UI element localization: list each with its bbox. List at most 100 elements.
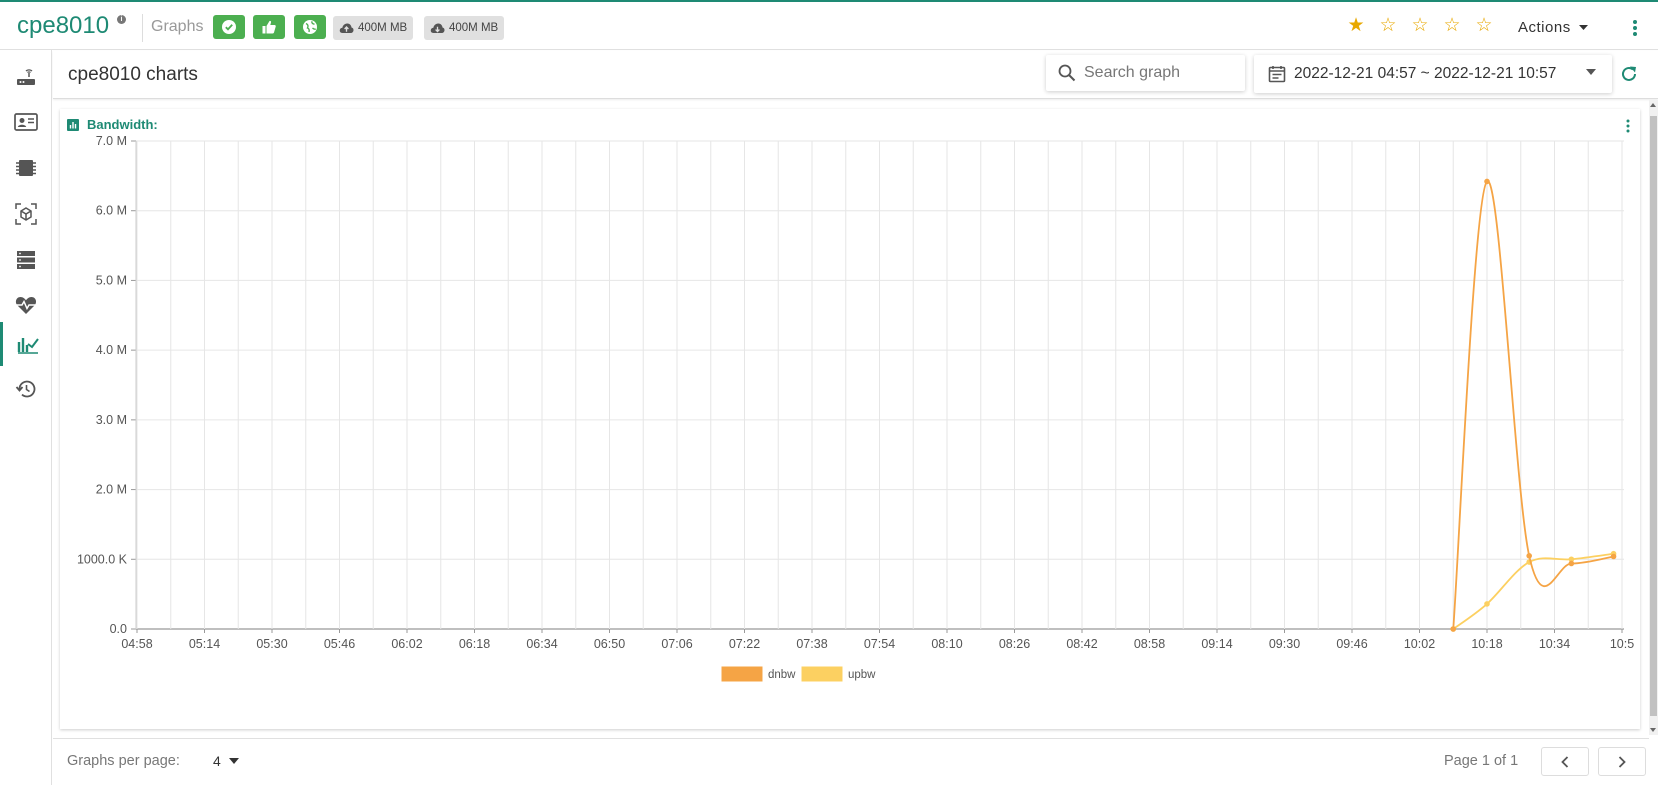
legend-swatch-dnbw	[721, 666, 763, 682]
star-empty-icon[interactable]: ☆	[1474, 16, 1494, 36]
search-icon	[1058, 64, 1076, 82]
data-point-dnbw	[1568, 560, 1575, 567]
y-tick-label: 4.0 M	[96, 343, 127, 357]
actions-label: Actions	[1518, 19, 1571, 36]
router-icon	[17, 69, 35, 85]
cloud-download-icon	[430, 23, 445, 33]
x-tick-label: 08:10	[931, 637, 962, 651]
sidebar-item-graphs[interactable]	[0, 322, 52, 366]
chip-icon	[16, 160, 36, 176]
graphs-per-page-select[interactable]: 4	[213, 753, 239, 769]
history-icon	[15, 380, 36, 398]
page-info: Page 1 of 1	[1444, 753, 1519, 769]
bandwidth-chart-panel: Bandwidth: 0.0 1000.0 K 2.0 M 3.0 M 4.0 M 5.0…	[60, 109, 1640, 729]
star-empty-icon[interactable]: ☆	[1378, 16, 1398, 36]
star-filled-icon[interactable]: ★	[1346, 16, 1366, 36]
x-tick-label: 07:54	[864, 637, 895, 651]
upload-chip-label: 400M MB	[358, 22, 408, 34]
download-chip-label: 400M MB	[449, 22, 499, 34]
date-range-value: 2022-12-21 04:57 ~ 2022-12-21 10:57	[1294, 65, 1557, 82]
chevron-left-icon	[1561, 755, 1569, 768]
x-tick-label: 05:30	[256, 637, 287, 651]
x-tick-label: 10:18	[1471, 637, 1502, 651]
charts-header: cpe8010 charts 2022-12-21 04:57 ~ 2022-1…	[53, 51, 1658, 99]
thumbs-up-button[interactable]	[253, 15, 285, 39]
chart-icon	[17, 338, 39, 354]
info-icon[interactable]: i	[117, 15, 126, 24]
search-graph-input[interactable]	[1084, 64, 1234, 82]
caret-down-icon	[1578, 25, 1588, 30]
breadcrumb-graphs: Graphs	[151, 18, 204, 35]
top-bar: cpe8010 i Graphs 400M MB 400M MB ★ ☆ ☆ ☆…	[0, 0, 1658, 50]
y-tick-label: 3.0 M	[96, 413, 127, 427]
caret-down-icon	[1586, 69, 1596, 75]
x-tick-label: 07:06	[661, 637, 692, 651]
scrollbar[interactable]	[1649, 100, 1658, 735]
sidebar-item-hardware[interactable]	[0, 146, 52, 190]
data-point-dnbw	[1450, 626, 1457, 632]
star-empty-icon[interactable]: ☆	[1410, 16, 1430, 36]
download-chip: 400M MB	[424, 16, 505, 40]
x-tick-label: 06:18	[459, 637, 490, 651]
series-line-dnbw	[1452, 180, 1614, 630]
sidebar-item-servers[interactable]	[0, 238, 52, 282]
scroll-down-arrow[interactable]	[1650, 728, 1656, 732]
y-tick-label: 7.0 M	[96, 134, 127, 148]
search-graph-box[interactable]	[1046, 55, 1245, 91]
data-point-dnbw	[1610, 553, 1617, 560]
y-tick-label: 1000.0 K	[77, 552, 128, 566]
prev-page-button[interactable]	[1541, 747, 1589, 776]
refresh-icon[interactable]	[1619, 64, 1639, 84]
graphs-per-page-value: 4	[213, 753, 221, 769]
legend-label-upbw: upbw	[848, 669, 876, 681]
actions-menu-button[interactable]: Actions	[1518, 19, 1588, 36]
y-tick-label: 0.0	[110, 622, 127, 636]
x-tick-label: 06:02	[391, 637, 422, 651]
x-tick-label: 06:34	[526, 637, 557, 651]
x-tick-label: 08:58	[1134, 637, 1165, 651]
chevron-right-icon	[1618, 755, 1626, 768]
x-tick-label: 10:5	[1610, 637, 1634, 651]
sidebar-item-health[interactable]	[0, 283, 52, 327]
next-page-button[interactable]	[1598, 747, 1646, 776]
x-tick-label: 08:42	[1066, 637, 1097, 651]
x-tick-label: 07:38	[796, 637, 827, 651]
thumbs-up-icon	[262, 20, 276, 34]
calendar-icon	[1268, 66, 1286, 83]
sidebar-item-contact[interactable]	[0, 100, 52, 144]
globe-icon	[303, 20, 317, 34]
scroll-thumb[interactable]	[1650, 116, 1657, 716]
y-tick-label: 5.0 M	[96, 273, 127, 287]
x-tick-label: 05:14	[189, 637, 220, 651]
caret-down-icon	[228, 758, 239, 764]
series-line-upbw	[1452, 552, 1614, 630]
x-tick-label: 10:02	[1404, 637, 1435, 651]
check-circle-icon	[222, 20, 236, 34]
data-point-dnbw	[1484, 178, 1490, 185]
more-vert-icon[interactable]	[1632, 19, 1638, 37]
x-tick-label: 06:50	[594, 637, 625, 651]
date-range-picker[interactable]: 2022-12-21 04:57 ~ 2022-12-21 10:57	[1254, 55, 1612, 93]
cloud-upload-icon	[339, 23, 354, 33]
data-point-dnbw	[1526, 553, 1532, 559]
sidebar	[0, 50, 52, 785]
globe-button[interactable]	[294, 15, 326, 39]
legend-label-dnbw: dnbw	[768, 669, 796, 681]
status-ok-button[interactable]	[213, 15, 245, 39]
sidebar-item-components[interactable]	[0, 192, 52, 236]
scroll-up-arrow[interactable]	[1650, 103, 1656, 107]
x-tick-label: 08:26	[999, 637, 1030, 651]
x-tick-label: 09:46	[1336, 637, 1367, 651]
legend-swatch-upbw	[801, 666, 843, 682]
sidebar-item-history[interactable]	[0, 367, 52, 411]
x-tick-label: 05:46	[324, 637, 355, 651]
contact-card-icon	[14, 113, 38, 131]
sidebar-item-device[interactable]	[0, 55, 52, 99]
rating-stars: ★ ☆ ☆ ☆ ☆	[1346, 16, 1494, 36]
heartbeat-icon	[15, 297, 37, 314]
device-name[interactable]: cpe8010	[17, 12, 109, 40]
x-tick-label: 07:22	[729, 637, 760, 651]
upload-chip: 400M MB	[333, 16, 414, 40]
data-point-upbw	[1484, 601, 1490, 607]
star-empty-icon[interactable]: ☆	[1442, 16, 1462, 36]
